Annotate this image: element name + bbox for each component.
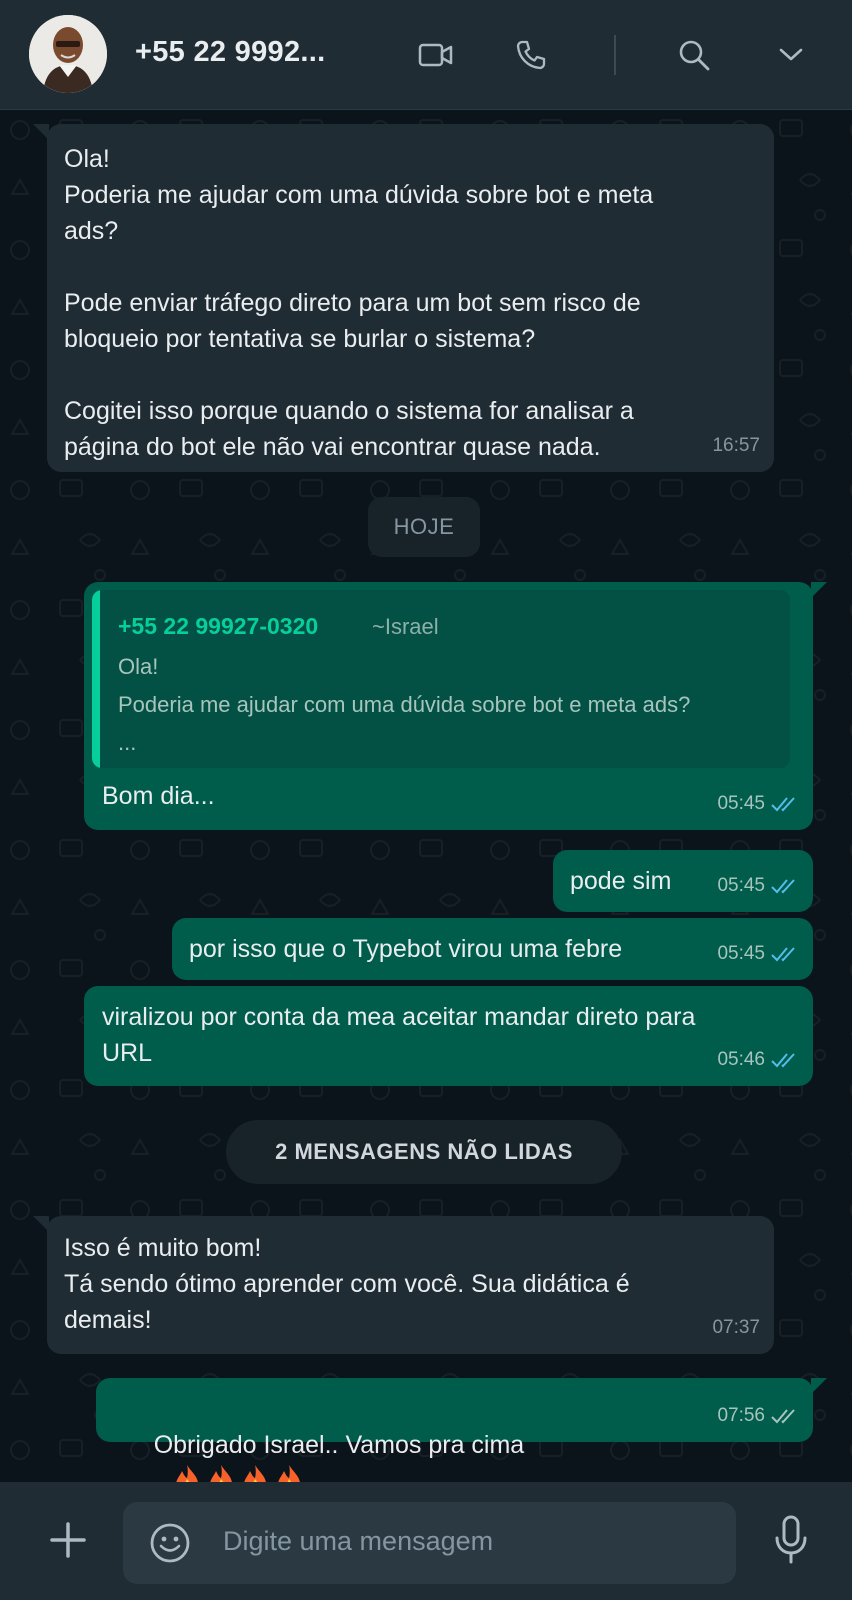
- read-ticks-icon: [771, 947, 795, 962]
- unread-messages-divider: 2 MENSAGENS NÃO LIDAS: [226, 1120, 622, 1184]
- message-time: 07:37: [712, 1317, 760, 1338]
- plus-icon[interactable]: [48, 1520, 88, 1560]
- quote-alias: ~Israel: [372, 614, 439, 639]
- fire-emoji-icon: [209, 1465, 232, 1482]
- message-time: 16:57: [712, 435, 760, 456]
- fire-emoji-row: [112, 1465, 304, 1482]
- message-input-placeholder: Digite uma mensagem: [223, 1526, 494, 1556]
- message-outgoing[interactable]: por isso que o Typebot virou uma febre 0…: [172, 918, 813, 980]
- read-ticks-icon: [771, 797, 795, 812]
- message-outgoing[interactable]: viralizou por conta da mea aceitar manda…: [84, 986, 813, 1086]
- read-ticks-icon: [771, 1053, 795, 1068]
- message-incoming[interactable]: Isso é muito bom! Tá sendo ótimo aprende…: [33, 1216, 774, 1354]
- message-text: por isso que o Typebot virou uma febre: [189, 935, 623, 963]
- message-input[interactable]: Digite uma mensagem: [123, 1502, 736, 1584]
- quote-author: +55 22 99927-0320: [118, 613, 319, 639]
- message-incoming[interactable]: Ola! Poderia me ajudar com uma dúvida so…: [33, 124, 774, 472]
- message-outgoing[interactable]: pode sim 05:45: [553, 850, 813, 912]
- chat-header: +55 22 9992...: [0, 0, 852, 110]
- video-call-icon[interactable]: [415, 34, 457, 76]
- header-divider: [614, 35, 616, 75]
- quote-text: Ola! Poderia me ajudar com uma dúvida so…: [118, 654, 691, 755]
- fire-emoji-icon: [243, 1465, 266, 1482]
- fire-emoji-icon: [175, 1465, 198, 1482]
- message-time: 05:45: [717, 868, 799, 904]
- contact-avatar[interactable]: [29, 15, 107, 93]
- fire-emoji-icon: [277, 1465, 300, 1482]
- emoji-icon[interactable]: [149, 1522, 191, 1564]
- voice-call-icon[interactable]: [510, 34, 552, 76]
- microphone-icon[interactable]: [773, 1514, 809, 1566]
- message-outgoing[interactable]: +55 22 99927-0320 ~Israel Ola! Poderia m…: [84, 582, 827, 830]
- contact-name[interactable]: +55 22 9992...: [135, 36, 325, 69]
- message-text: pode sim: [570, 867, 672, 895]
- message-outgoing[interactable]: Obrigado Israel.. Vamos pra cima 07:56: [96, 1378, 827, 1482]
- message-time: 05:46: [717, 1042, 799, 1078]
- quoted-message[interactable]: +55 22 99927-0320 ~Israel Ola! Poderia m…: [92, 590, 790, 768]
- message-text: Bom dia...: [102, 782, 215, 810]
- message-text: Ola! Poderia me ajudar com uma dúvida so…: [64, 145, 654, 461]
- message-time: 05:45: [717, 936, 799, 972]
- chevron-down-icon[interactable]: [770, 34, 812, 76]
- message-composer: Digite uma mensagem: [0, 1482, 852, 1600]
- message-time: 07:56: [717, 1398, 799, 1434]
- message-time: 05:45: [717, 786, 799, 822]
- chat-area[interactable]: Ola! Poderia me ajudar com uma dúvida so…: [0, 110, 852, 1482]
- message-text: Isso é muito bom! Tá sendo ótimo aprende…: [64, 1234, 630, 1334]
- read-ticks-icon: [771, 879, 795, 894]
- message-text: Obrigado Israel.. Vamos pra cima: [112, 1391, 524, 1482]
- message-text: viralizou por conta da mea aceitar manda…: [102, 1003, 696, 1067]
- search-icon[interactable]: [673, 34, 715, 76]
- quote-accent-bar: [92, 590, 100, 768]
- delivered-ticks-icon: [771, 1409, 795, 1424]
- date-divider: HOJE: [368, 497, 480, 557]
